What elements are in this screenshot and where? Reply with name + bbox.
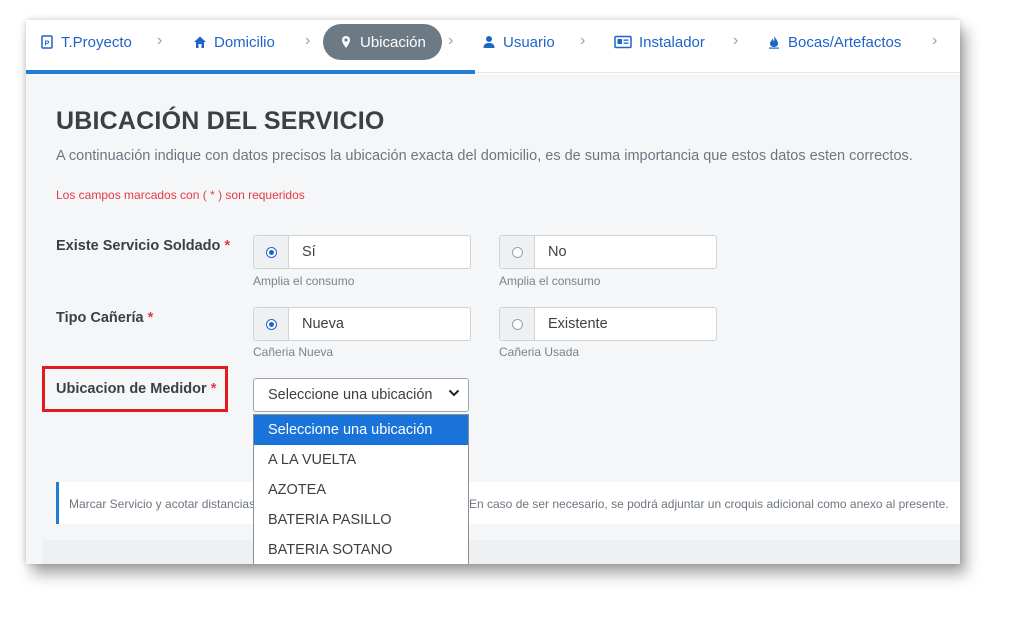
radio-dot-checked (265, 318, 277, 330)
radio-dot-checked (265, 246, 277, 258)
tipo-caneria-existente-radio[interactable] (500, 308, 535, 340)
home-icon (193, 35, 207, 49)
tab-label: T.Proyecto (61, 33, 132, 51)
chevron-right-icon: › (305, 32, 311, 49)
user-icon (482, 35, 496, 49)
radio-dot (511, 318, 523, 330)
option-label: No (548, 244, 567, 260)
servicio-soldado-no-help: Amplia el consumo (499, 274, 601, 288)
tab-t-proyecto[interactable]: P T.Proyecto (40, 20, 132, 64)
dropdown-option-azotea[interactable]: AZOTEA (254, 475, 468, 505)
select-value: Seleccione una ubicación (268, 387, 433, 403)
croquis-note: Marcar Servicio y acotar distancias En c… (56, 482, 960, 524)
chevron-right-icon: › (448, 32, 454, 49)
servicio-soldado-si-help: Amplia el consumo (253, 274, 355, 288)
form-panel: UBICACIÓN DEL SERVICIO A continuación in… (26, 74, 960, 564)
tab-bocas-artefactos[interactable]: Bocas/Artefactos (767, 20, 901, 64)
id-card-icon (614, 35, 632, 49)
required-note: Los campos marcados con ( * ) son requer… (56, 188, 305, 202)
option-label: Sí (302, 244, 316, 260)
flame-icon (767, 35, 781, 49)
document-icon: P (40, 35, 54, 49)
page-title: UBICACIÓN DEL SERVICIO (56, 107, 385, 135)
tab-label: Instalador (639, 33, 705, 51)
svg-text:P: P (45, 41, 50, 48)
chevron-right-icon: › (733, 32, 739, 49)
dropdown-option-bateria-sotano[interactable]: BATERIA SOTANO (254, 535, 468, 564)
tipo-caneria-nueva-radio[interactable] (254, 308, 289, 340)
tab-label: Ubicación (360, 33, 426, 51)
tab-ubicacion[interactable]: Ubicación (323, 24, 442, 60)
radio-dot (511, 246, 523, 258)
ubicacion-medidor-select[interactable]: Seleccione una ubicación (253, 378, 469, 412)
ubicacion-medidor-label: Ubicacion de Medidor * (56, 381, 217, 397)
tipo-caneria-label: Tipo Cañería * (56, 310, 154, 326)
option-label: Nueva (302, 316, 344, 332)
tipo-caneria-nueva-option[interactable]: Nueva (253, 307, 471, 341)
dropdown-option-seleccione[interactable]: Seleccione una ubicación (254, 415, 468, 445)
note-text-right: En caso de ser necesario, se podrá adjun… (469, 497, 949, 511)
servicio-soldado-si-radio[interactable] (254, 236, 289, 268)
option-label: Existente (548, 316, 608, 332)
map-pin-icon (339, 35, 353, 49)
tab-instalador[interactable]: Instalador (614, 20, 705, 64)
tipo-caneria-nueva-help: Cañeria Nueva (253, 345, 334, 359)
note-text-left: Marcar Servicio y acotar distancias (69, 497, 256, 511)
servicio-soldado-no-radio[interactable] (500, 236, 535, 268)
dropdown-option-bateria-pasillo[interactable]: BATERIA PASILLO (254, 505, 468, 535)
wizard-steps: P T.Proyecto › Domicilio › Ubicación › U… (26, 20, 960, 74)
servicio-soldado-si-option[interactable]: Sí (253, 235, 471, 269)
chevron-down-icon (448, 387, 460, 399)
chevron-right-icon: › (157, 32, 163, 49)
ubicacion-medidor-dropdown: Seleccione una ubicación A LA VUELTA AZO… (253, 414, 469, 564)
servicio-soldado-label: Existe Servicio Soldado * (56, 238, 231, 254)
tab-domicilio[interactable]: Domicilio (193, 20, 275, 64)
tipo-caneria-existente-help: Cañeria Usada (499, 345, 580, 359)
chevron-right-icon: › (932, 32, 938, 49)
wizard-window: P T.Proyecto › Domicilio › Ubicación › U… (26, 20, 960, 564)
page-description: A continuación indique con datos preciso… (56, 148, 913, 164)
dropdown-option-a-la-vuelta[interactable]: A LA VUELTA (254, 445, 468, 475)
servicio-soldado-no-option[interactable]: No (499, 235, 717, 269)
tab-label: Bocas/Artefactos (788, 33, 902, 51)
tipo-caneria-existente-option[interactable]: Existente (499, 307, 717, 341)
tab-label: Usuario (503, 33, 555, 51)
chevron-right-icon: › (580, 32, 586, 49)
tab-label: Domicilio (214, 33, 275, 51)
tab-usuario[interactable]: Usuario (482, 20, 555, 64)
bottom-section (42, 540, 960, 564)
